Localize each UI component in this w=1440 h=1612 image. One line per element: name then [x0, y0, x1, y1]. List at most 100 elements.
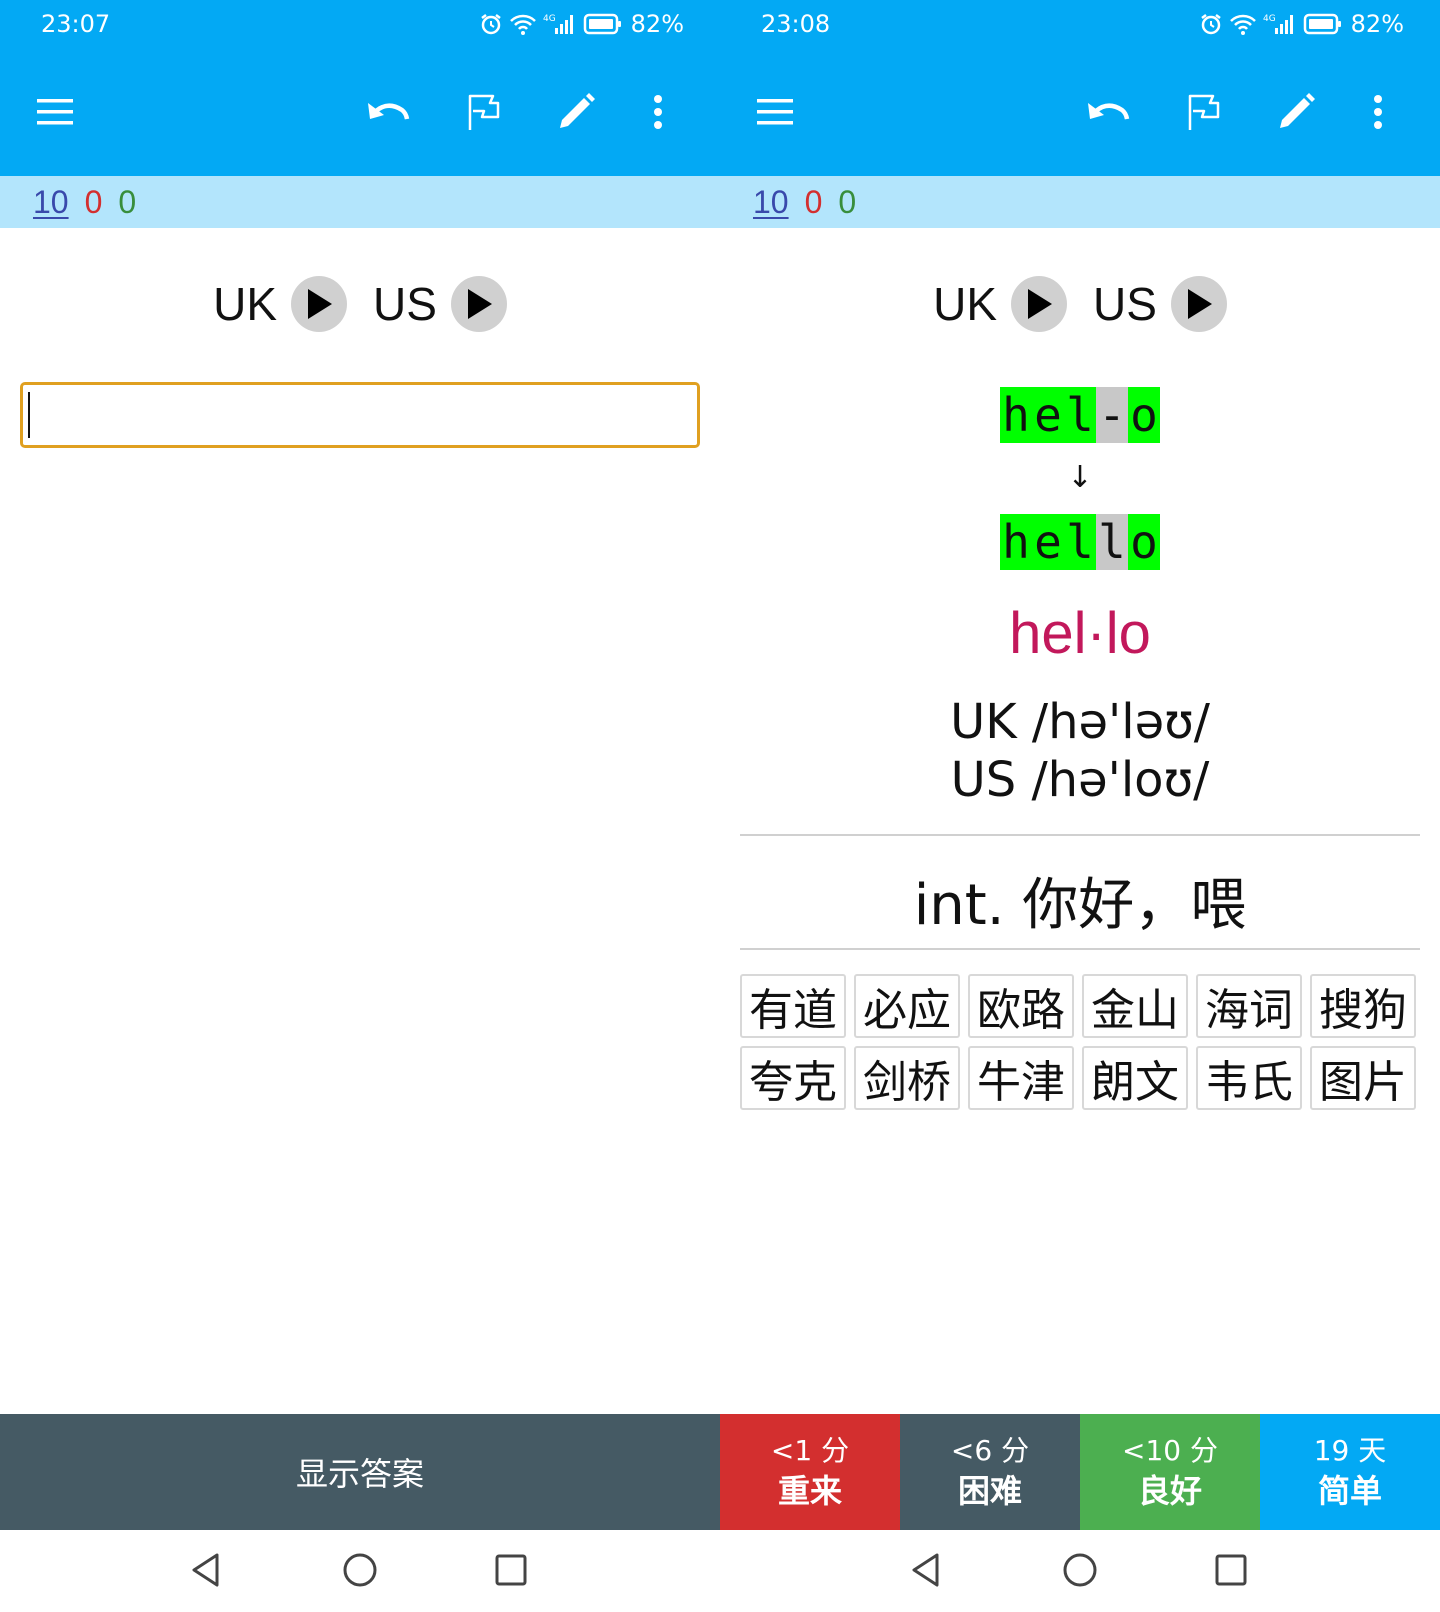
menu-icon[interactable] — [29, 86, 81, 138]
uk-audio: UK — [213, 276, 347, 332]
dict-sogou-button[interactable]: 搜狗 — [1310, 974, 1416, 1038]
dict-oxford-button[interactable]: 牛津 — [968, 1046, 1074, 1110]
status-icons: 4G 82% — [1199, 8, 1404, 40]
home-icon[interactable] — [1054, 1544, 1106, 1596]
definition: int. 你好，喂 — [913, 873, 1247, 938]
easy-interval: 19 天 — [1313, 1434, 1387, 1467]
pronunciation-row: UK US — [720, 276, 1440, 332]
dict-youdao-button[interactable]: 有道 — [740, 974, 846, 1038]
menu-icon[interactable] — [749, 86, 801, 138]
uk-play-icon[interactable] — [291, 276, 347, 332]
dict-iciba-button[interactable]: 金山 — [1082, 974, 1188, 1038]
uk-play-icon[interactable] — [1011, 276, 1067, 332]
dict-quark-button[interactable]: 夸克 — [740, 1046, 846, 1110]
svg-text:4G: 4G — [1263, 14, 1276, 24]
flag-icon[interactable] — [457, 86, 509, 138]
typed-char: o — [1128, 387, 1160, 443]
phonetic-us: US /hə'loʊ/ — [950, 752, 1210, 808]
card-counts-bar: 10 0 0 — [720, 176, 1440, 228]
dict-dictcn-button[interactable]: 海词 — [1196, 974, 1302, 1038]
uk-audio: UK — [933, 276, 1067, 332]
us-label: US — [373, 278, 437, 330]
back-icon[interactable] — [900, 1544, 952, 1596]
card-counts: 10 0 0 — [33, 184, 136, 220]
review-count: 0 — [118, 184, 137, 220]
status-time: 23:07 — [41, 10, 111, 38]
us-play-icon[interactable] — [450, 276, 507, 332]
hard-label: 困难 — [957, 1472, 1022, 1510]
dict-cambridge-button[interactable]: 剑桥 — [854, 1046, 960, 1110]
new-count: 10 — [33, 184, 69, 220]
home-icon[interactable] — [334, 1544, 386, 1596]
battery-percent: 82% — [1350, 10, 1404, 38]
pronunciation-row: UK US — [0, 276, 720, 332]
new-count: 10 — [753, 184, 789, 220]
good-label: 良好 — [1137, 1472, 1202, 1510]
uk-label: UK — [933, 278, 997, 330]
recents-icon[interactable] — [1205, 1544, 1257, 1596]
alarm-icon — [1200, 14, 1221, 35]
more-vert-icon[interactable] — [632, 86, 684, 138]
uk-label: UK — [213, 278, 277, 330]
typed-char: l — [1064, 387, 1096, 443]
recents-icon[interactable] — [485, 1544, 537, 1596]
more-vert-icon[interactable] — [1352, 86, 1404, 138]
good-button[interactable]: <10 分 良好 — [1080, 1414, 1260, 1530]
learning-count: 0 — [804, 184, 823, 220]
down-arrow-icon: ↓ — [1067, 460, 1093, 495]
correct-char: o — [1128, 514, 1160, 570]
app-bar: 23:07 4G 82% — [0, 0, 720, 176]
correct-char: h — [1000, 514, 1032, 570]
correct-char: l — [1064, 514, 1096, 570]
dict-bing-button[interactable]: 必应 — [854, 974, 960, 1038]
hard-button[interactable]: <6 分 困难 — [900, 1414, 1080, 1530]
battery-icon — [583, 13, 621, 35]
correct-char: e — [1032, 514, 1064, 570]
review-count: 0 — [838, 184, 857, 220]
typed-char: - — [1096, 387, 1128, 443]
wifi-icon — [1229, 14, 1256, 35]
signal-icon: 4G — [543, 14, 573, 34]
divider — [740, 834, 1420, 836]
card-counts-bar: 10 0 0 — [0, 176, 720, 228]
easy-label: 简单 — [1317, 1472, 1382, 1510]
back-icon[interactable] — [180, 1544, 232, 1596]
dict-longman-button[interactable]: 朗文 — [1082, 1046, 1188, 1110]
status-time: 23:08 — [761, 10, 831, 38]
question-screen: 23:07 4G 82% 10 0 0 UK US 显示答案 — [0, 0, 720, 1612]
undo-icon[interactable] — [362, 86, 414, 138]
answer-screen: 23:08 4G 82% 10 0 0 UK US h e l - o ↓ h … — [720, 0, 1440, 1612]
signal-icon: 4G — [1263, 14, 1293, 34]
typed-char: e — [1032, 387, 1064, 443]
divider — [740, 948, 1420, 950]
system-nav-bar — [720, 1530, 1440, 1612]
status-icons: 4G 82% — [479, 8, 684, 40]
battery-percent: 82% — [630, 10, 684, 38]
good-interval: <10 分 — [1122, 1434, 1218, 1467]
again-label: 重来 — [777, 1472, 842, 1510]
app-bar: 23:08 4G 82% — [720, 0, 1440, 176]
us-label: US — [1093, 278, 1157, 330]
show-answer-button[interactable]: 显示答案 — [0, 1414, 720, 1530]
typed-answer: hel-o — [720, 387, 1440, 443]
us-audio: US — [1093, 276, 1227, 332]
hard-interval: <6 分 — [950, 1434, 1030, 1467]
easy-button[interactable]: 19 天 简单 — [1260, 1414, 1440, 1530]
us-play-icon[interactable] — [1170, 276, 1227, 332]
again-button[interactable]: <1 分 重来 — [720, 1414, 900, 1530]
svg-text:4G: 4G — [543, 14, 556, 24]
undo-icon[interactable] — [1082, 86, 1134, 138]
flag-icon[interactable] — [1177, 86, 1229, 138]
wifi-icon — [509, 14, 536, 35]
answer-input[interactable] — [20, 382, 700, 448]
again-interval: <1 分 — [770, 1434, 850, 1467]
syllable-division: hel·lo — [1009, 601, 1151, 666]
dict-eudic-button[interactable]: 欧路 — [968, 974, 1074, 1038]
edit-icon[interactable] — [1270, 86, 1322, 138]
system-nav-bar — [0, 1530, 720, 1612]
dict-webster-button[interactable]: 韦氏 — [1196, 1046, 1302, 1110]
learning-count: 0 — [84, 184, 103, 220]
edit-icon[interactable] — [550, 86, 602, 138]
phonetic-uk: UK /hə'ləʊ/ — [950, 694, 1210, 750]
dict-images-button[interactable]: 图片 — [1310, 1046, 1416, 1110]
